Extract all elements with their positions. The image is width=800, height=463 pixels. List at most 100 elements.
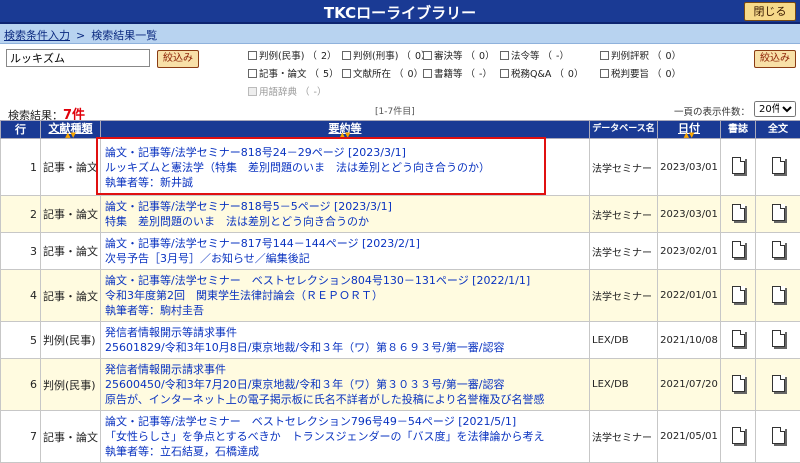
- category-checkbox[interactable]: 記事・論文（5）: [248, 66, 339, 80]
- bibliography-cell[interactable]: [721, 196, 756, 233]
- fulltext-cell[interactable]: [756, 270, 800, 322]
- fulltext-icon[interactable]: [772, 241, 785, 258]
- row-summary[interactable]: 発信者情報開示等請求事件25601829/令和3年10月8日/東京地裁/令和３年…: [101, 322, 590, 359]
- summary-line[interactable]: 次号予告［3月号］／お知らせ／編集後記: [105, 251, 585, 266]
- checkbox-box[interactable]: [600, 51, 609, 60]
- checkbox-box[interactable]: [423, 69, 432, 78]
- summary-line[interactable]: 特集 差別問題のいま 法は差別とどう向き合うのか: [105, 214, 585, 229]
- row-date: 2023/03/01: [658, 196, 721, 233]
- summary-line[interactable]: 25600450/令和3年7月20日/東京地裁/令和３年（ワ）第３０３３号/第一…: [105, 377, 585, 392]
- category-checkbox[interactable]: 法令等（-）: [500, 48, 569, 62]
- row-date: 2022/01/01: [658, 270, 721, 322]
- table-row: 3記事・論文論文・記事等/法学セミナー817号144－144ページ [2023/…: [1, 233, 800, 270]
- bibliography-cell[interactable]: [721, 359, 756, 411]
- row-type: 判例(民事): [41, 322, 101, 359]
- header-summary[interactable]: 要約等▲▼: [101, 121, 590, 139]
- summary-line[interactable]: 論文・記事等/法学セミナー ベストセレクション796号49－54ページ [202…: [105, 414, 585, 429]
- summary-line[interactable]: 執筆者等：新井誠: [105, 175, 585, 190]
- bibliography-icon[interactable]: [732, 330, 745, 347]
- summary-line[interactable]: 執筆者等：駒村圭吾: [105, 303, 585, 318]
- category-checkbox[interactable]: 審決等（0）: [423, 48, 495, 62]
- summary-line[interactable]: 令和3年度第2回 関東学生法律討論会（ＲＥＰＯＲＴ）: [105, 288, 585, 303]
- category-checkbox: 用語辞典（-）: [248, 84, 326, 98]
- fulltext-cell[interactable]: [756, 196, 800, 233]
- bibliography-cell[interactable]: [721, 139, 756, 196]
- checkbox-label: 税務Q&A: [511, 69, 551, 80]
- per-page-select[interactable]: 20件: [754, 101, 796, 117]
- keyword-input[interactable]: [6, 49, 150, 67]
- row-date: 2023/03/01: [658, 139, 721, 196]
- bibliography-icon[interactable]: [732, 241, 745, 258]
- close-button[interactable]: 閉じる: [744, 2, 796, 21]
- checkbox-box[interactable]: [342, 69, 351, 78]
- bibliography-icon[interactable]: [732, 286, 745, 303]
- category-checkbox[interactable]: 税務Q&A（0）: [500, 66, 583, 80]
- bibliography-icon[interactable]: [732, 427, 745, 444]
- checkbox-box[interactable]: [248, 51, 257, 60]
- summary-line[interactable]: 論文・記事等/法学セミナー817号144－144ページ [2023/2/1]: [105, 236, 585, 251]
- summary-line[interactable]: ルッキズムと憲法学（特集 差別問題のいま 法は差別とどう向き合うのか）: [105, 160, 585, 175]
- row-summary[interactable]: 論文・記事等/法学セミナー818号5－5ページ [2023/3/1]特集 差別問…: [101, 196, 590, 233]
- category-checkbox[interactable]: 書籍等（-）: [423, 66, 492, 80]
- row-summary[interactable]: 論文・記事等/法学セミナー817号144－144ページ [2023/2/1]次号…: [101, 233, 590, 270]
- row-database: 法学セミナー: [590, 270, 658, 322]
- row-database: LEX/DB: [590, 359, 658, 411]
- category-checkbox[interactable]: 判例(民事)（2）: [248, 48, 337, 62]
- summary-line[interactable]: 「女性らしさ」を争点とするべきか トランスジェンダーの「バス度」を法律論から考え: [105, 429, 585, 444]
- bibliography-icon[interactable]: [732, 157, 745, 174]
- checkbox-box[interactable]: [248, 69, 257, 78]
- fulltext-icon[interactable]: [772, 375, 785, 392]
- summary-line[interactable]: 発信者情報開示等請求事件: [105, 325, 585, 340]
- bibliography-icon[interactable]: [732, 375, 745, 392]
- breadcrumb-separator: >: [76, 29, 85, 42]
- header-date[interactable]: 日付▲▼: [658, 121, 721, 139]
- fulltext-cell[interactable]: [756, 139, 800, 196]
- fulltext-icon[interactable]: [772, 330, 785, 347]
- summary-line[interactable]: 執筆者等：立石結夏，石橋達成: [105, 444, 585, 459]
- header-fulltext: 全文: [756, 121, 800, 139]
- header-no: 行: [1, 121, 41, 139]
- summary-line[interactable]: 論文・記事等/法学セミナー818号5－5ページ [2023/3/1]: [105, 199, 585, 214]
- summary-line[interactable]: 論文・記事等/法学セミナー ベストセレクション804号130－131ページ [2…: [105, 273, 585, 288]
- fulltext-icon[interactable]: [772, 157, 785, 174]
- summary-line[interactable]: 論文・記事等/法学セミナー818号24－29ページ [2023/3/1]: [105, 145, 585, 160]
- fulltext-cell[interactable]: [756, 322, 800, 359]
- checkbox-label: 記事・論文: [259, 69, 307, 80]
- row-summary[interactable]: 論文・記事等/法学セミナー ベストセレクション804号130－131ページ [2…: [101, 270, 590, 322]
- sort-icon[interactable]: ▲▼: [101, 133, 589, 138]
- row-type: 記事・論文: [41, 139, 101, 196]
- checkbox-box[interactable]: [342, 51, 351, 60]
- narrow-button-left[interactable]: 絞込み: [157, 50, 199, 68]
- bibliography-cell[interactable]: [721, 233, 756, 270]
- row-type: 記事・論文: [41, 196, 101, 233]
- fulltext-cell[interactable]: [756, 233, 800, 270]
- header-type[interactable]: 文献種類▲▼: [41, 121, 101, 139]
- breadcrumb-search-conditions-link[interactable]: 検索条件入力: [4, 29, 70, 42]
- bibliography-cell[interactable]: [721, 322, 756, 359]
- bibliography-icon[interactable]: [732, 204, 745, 221]
- summary-line[interactable]: 25601829/令和3年10月8日/東京地裁/令和３年（ワ）第８６９３号/第一…: [105, 340, 585, 355]
- category-checkbox[interactable]: 判例(刑事)（0）: [342, 48, 431, 62]
- category-checkbox[interactable]: 文献所在（0）: [342, 66, 423, 80]
- summary-line[interactable]: 原告が、インターネット上の電子掲示板に氏名不詳者がした投稿により名誉権及び名誉感: [105, 392, 585, 407]
- row-summary[interactable]: 論文・記事等/法学セミナー818号24－29ページ [2023/3/1]ルッキズ…: [101, 139, 590, 196]
- checkbox-box[interactable]: [423, 51, 432, 60]
- checkbox-box[interactable]: [500, 51, 509, 60]
- category-checkbox[interactable]: 判例評釈（0）: [600, 48, 681, 62]
- results-range: [1-7件目]: [375, 104, 415, 117]
- bibliography-cell[interactable]: [721, 270, 756, 322]
- category-checkbox[interactable]: 税判要旨（0）: [600, 66, 681, 80]
- checkbox-box[interactable]: [600, 69, 609, 78]
- fulltext-icon[interactable]: [772, 204, 785, 221]
- checkbox-box[interactable]: [500, 69, 509, 78]
- summary-line[interactable]: 発信者情報開示請求事件: [105, 362, 585, 377]
- row-summary[interactable]: 発信者情報開示請求事件25600450/令和3年7月20日/東京地裁/令和３年（…: [101, 359, 590, 411]
- app-header: TKCローライブラリー 閉じる: [0, 0, 800, 24]
- sort-icon[interactable]: ▲▼: [658, 133, 720, 138]
- checkbox-box: [248, 87, 257, 96]
- narrow-button-right[interactable]: 絞込み: [754, 50, 796, 68]
- fulltext-icon[interactable]: [772, 286, 785, 303]
- fulltext-icon[interactable]: [772, 427, 785, 444]
- row-number: 5: [1, 322, 41, 359]
- fulltext-cell[interactable]: [756, 359, 800, 411]
